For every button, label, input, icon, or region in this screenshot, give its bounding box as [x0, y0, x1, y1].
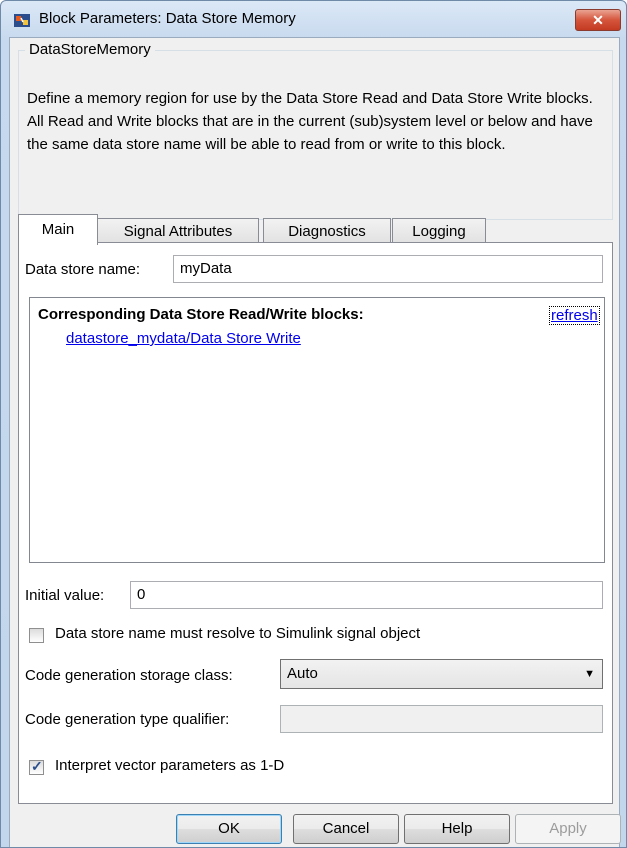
tab-label: Diagnostics — [288, 223, 366, 240]
chevron-down-icon: ▼ — [584, 668, 595, 680]
list-heading: Corresponding Data Store Read/Write bloc… — [38, 306, 364, 323]
tab-signal-attributes[interactable]: Signal Attributes — [97, 218, 259, 244]
close-icon: ✕ — [592, 12, 604, 28]
type-qualifier-label: Code generation type qualifier: — [25, 711, 230, 728]
refresh-link[interactable]: refresh — [549, 306, 600, 325]
ok-button[interactable]: OK — [176, 814, 282, 844]
block-description: Define a memory region for use by the Da… — [27, 90, 593, 153]
checkmark-icon: ✓ — [31, 758, 43, 774]
data-store-name-field[interactable]: myData — [173, 255, 603, 283]
storage-class-value: Auto — [287, 665, 318, 682]
tab-label: Main — [41, 221, 75, 238]
resolve-signal-object-label: Data store name must resolve to Simulink… — [55, 625, 421, 642]
initial-value-field[interactable]: 0 — [130, 581, 603, 609]
cancel-button[interactable]: Cancel — [293, 814, 399, 844]
dialog-window: Block Parameters: Data Store Memory ✕ Da… — [0, 0, 627, 848]
close-button[interactable]: ✕ — [575, 9, 621, 31]
window-title: Block Parameters: Data Store Memory — [39, 10, 296, 27]
interpret-1d-checkbox[interactable]: ✓ — [29, 758, 44, 775]
tab-diagnostics[interactable]: Diagnostics — [263, 218, 391, 244]
description-group: DataStoreMemory Define a memory region f… — [18, 41, 613, 220]
simulink-block-icon — [14, 14, 30, 27]
tab-main[interactable]: Main — [18, 214, 98, 245]
tab-label: Signal Attributes — [123, 223, 233, 240]
storage-class-label: Code generation storage class: — [25, 667, 233, 684]
interpret-1d-label: Interpret vector parameters as 1-D — [55, 757, 285, 774]
data-store-name-label: Data store name: — [25, 261, 141, 278]
block-link[interactable]: datastore_mydata/Data Store Write — [66, 330, 301, 347]
dialog-body: DataStoreMemory Define a memory region f… — [9, 37, 621, 847]
type-qualifier-field — [280, 705, 603, 733]
apply-button: Apply — [515, 814, 621, 844]
tab-logging[interactable]: Logging — [392, 218, 486, 244]
group-title: DataStoreMemory — [25, 41, 155, 58]
main-tab-panel: Data store name: myData Corresponding Da… — [18, 242, 613, 804]
read-write-blocks-list[interactable]: Corresponding Data Store Read/Write bloc… — [29, 297, 605, 563]
resolve-signal-object-checkbox[interactable] — [29, 628, 44, 643]
help-button[interactable]: Help — [404, 814, 510, 844]
initial-value-label: Initial value: — [25, 587, 105, 604]
title-bar[interactable]: Block Parameters: Data Store Memory ✕ — [1, 1, 626, 37]
storage-class-dropdown[interactable]: Auto ▼ — [280, 659, 603, 689]
tab-label: Logging — [412, 223, 466, 240]
